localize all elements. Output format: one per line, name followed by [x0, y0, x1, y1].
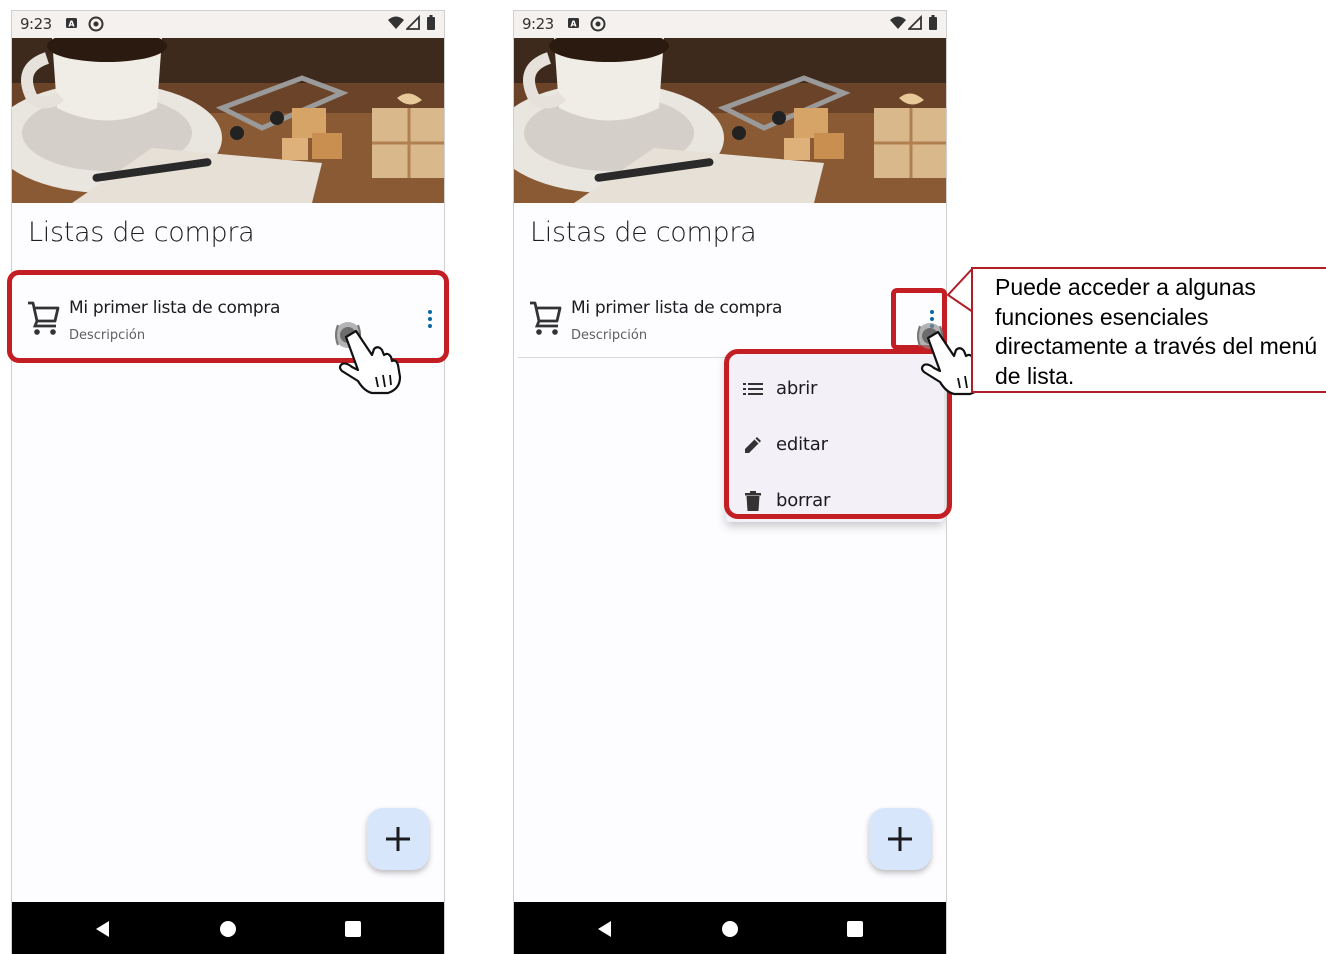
list-item-title: Mi primer lista de compra: [571, 298, 783, 318]
battery-icon: [928, 14, 938, 36]
status-time: 9:23: [20, 15, 52, 33]
home-icon[interactable]: [722, 921, 738, 937]
system-navigation-bar: [514, 902, 946, 954]
back-icon[interactable]: [95, 920, 111, 943]
plus-icon: [888, 827, 912, 851]
signal-icon: [404, 14, 420, 36]
svg-text:A: A: [68, 20, 75, 29]
notification-icon: A: [65, 14, 79, 36]
svg-text:A: A: [570, 20, 577, 29]
status-time: 9:23: [522, 15, 554, 33]
header-image: [514, 38, 947, 203]
wifi-icon: [890, 14, 906, 36]
wifi-icon: [388, 14, 404, 36]
header-image: [12, 38, 445, 203]
status-bar: 9:23 A: [12, 11, 444, 38]
list-item-shopping-list[interactable]: Mi primer lista de compra Descripción: [518, 276, 944, 356]
page-title: Listas de compra: [530, 217, 757, 248]
annotation-callout: Puede acceder a algunas funciones esenci…: [971, 267, 1326, 393]
sync-icon: [87, 14, 105, 38]
add-list-button[interactable]: [367, 808, 429, 870]
page-title: Listas de compra: [28, 217, 255, 248]
tap-gesture-icon: [328, 315, 408, 395]
back-icon[interactable]: [597, 920, 613, 943]
recent-apps-icon[interactable]: [345, 921, 361, 937]
home-icon[interactable]: [220, 921, 236, 937]
shopping-cart-icon: [528, 299, 562, 340]
notification-icon: A: [567, 14, 581, 36]
signal-icon: [906, 14, 922, 36]
callout-pointer: [946, 267, 974, 313]
plus-icon: [386, 827, 410, 851]
recent-apps-icon[interactable]: [847, 921, 863, 937]
battery-icon: [426, 14, 436, 36]
list-item-description: Descripción: [571, 328, 648, 343]
system-navigation-bar: [12, 902, 444, 954]
status-bar: 9:23 A: [514, 11, 946, 38]
phone-screen-list: 9:23 A Listas de compra Mi primer lista …: [11, 10, 445, 954]
sync-icon: [589, 14, 607, 38]
add-list-button[interactable]: [869, 808, 931, 870]
callout-text: Puede acceder a algunas funciones esenci…: [995, 274, 1318, 389]
